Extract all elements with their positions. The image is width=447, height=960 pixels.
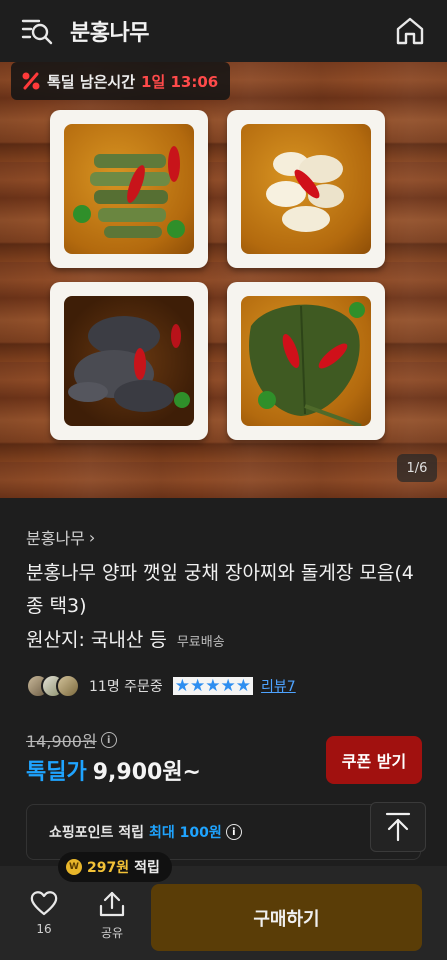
deal-price-row: 톡딜가 9,900원~ <box>26 754 201 786</box>
points-earn-pill: W 297원 적립 <box>58 852 172 882</box>
rating-row: 11명 주문중 ★ ★ ★ ★ ★ 리뷰7 <box>26 674 296 698</box>
review-link[interactable]: 리뷰7 <box>261 676 296 696</box>
deal-label: 톡딜가 <box>26 760 87 785</box>
order-count: 11명 주문중 <box>89 679 163 695</box>
points-amount: 297원 <box>87 860 130 876</box>
arrow-up-icon <box>385 812 411 842</box>
page-title[interactable]: 분홍나무 <box>70 15 149 47</box>
image-pager: 1/6 <box>397 454 437 482</box>
deal-timer-label: 톡딜 남은시간 <box>47 72 136 91</box>
brand-name: 분홍나무 <box>26 529 85 548</box>
product-image-carousel[interactable]: 톡딜 남은시간 1일 13:06 1/6 <box>0 62 447 498</box>
star-icon: ★ <box>190 675 206 696</box>
scroll-to-top-button[interactable] <box>370 802 426 852</box>
buy-button[interactable]: 구매하기 <box>151 884 422 951</box>
like-button[interactable]: 16 <box>24 890 64 936</box>
chevron-right-icon: › <box>88 527 96 547</box>
dish-pickled-perilla <box>227 282 385 440</box>
origin-row: 원산지: 국내산 등 무료배송 <box>26 625 225 652</box>
origin-text: 원산지: 국내산 등 <box>26 629 167 651</box>
share-label: 공유 <box>100 926 124 940</box>
avatar <box>56 674 80 698</box>
percent-icon <box>22 72 40 90</box>
star-icon: ★ <box>174 675 191 696</box>
menu-search-icon[interactable] <box>20 14 54 48</box>
buyer-avatars <box>26 674 80 698</box>
shipping-badge: 무료배송 <box>176 635 225 650</box>
home-icon[interactable] <box>393 14 427 48</box>
points-max: 최대 100원 <box>149 825 222 841</box>
deal-timer-badge: 톡딜 남은시간 1일 13:06 <box>11 62 231 100</box>
coupon-button[interactable]: 쿠폰 받기 <box>326 736 422 784</box>
points-suffix: 적립 <box>134 860 160 876</box>
points-label: 쇼핑포인트 적립 <box>49 825 145 841</box>
heart-icon <box>30 891 58 916</box>
top-bar: 분홍나무 <box>0 0 447 62</box>
dish-pickled-stems <box>50 110 208 268</box>
star-icon: ★ <box>205 675 221 696</box>
original-price-row: 14,900원 i <box>26 728 117 752</box>
product-name: 분홍나무 양파 깻잎 궁채 장아찌와 돌게장 모음(4종 택3) <box>26 562 414 617</box>
dish-pickled-onion <box>227 110 385 268</box>
brand-link[interactable]: 분홍나무 › <box>26 525 95 549</box>
star-icon: ★ <box>220 675 236 696</box>
dish-marinated-crab <box>50 282 208 440</box>
coin-icon: W <box>66 859 82 875</box>
deal-price: 9,900원~ <box>92 760 201 785</box>
deal-timer-value: 1일 13:06 <box>141 72 219 91</box>
star-icon: ★ <box>235 675 252 696</box>
share-button[interactable]: 공유 <box>92 890 132 941</box>
like-count: 16 <box>36 922 52 936</box>
original-price: 14,900원 <box>26 732 97 751</box>
info-icon[interactable]: i <box>100 732 117 748</box>
star-rating: ★ ★ ★ ★ ★ <box>172 675 254 696</box>
info-icon[interactable]: i <box>225 824 242 840</box>
share-icon <box>99 891 125 917</box>
